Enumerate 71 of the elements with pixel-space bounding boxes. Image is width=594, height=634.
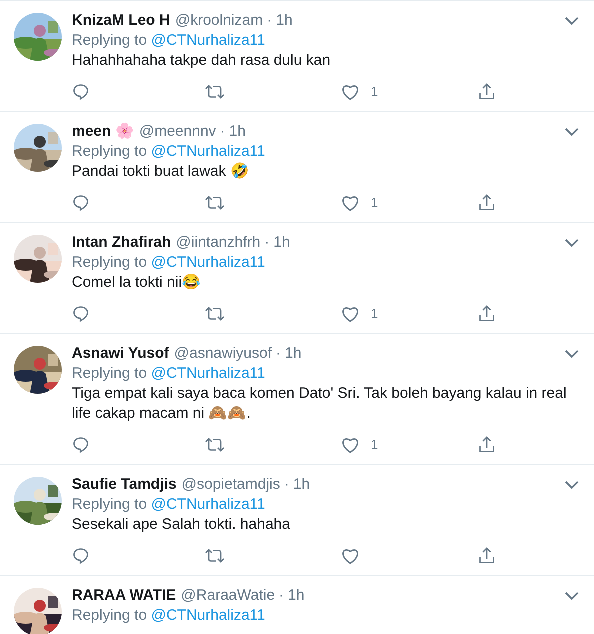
- reply-icon[interactable]: [72, 436, 90, 454]
- mention-link[interactable]: @CTNurhaliza11: [151, 365, 266, 382]
- mention-link[interactable]: @CTNurhaliza11: [151, 254, 266, 271]
- post-time[interactable]: 1h: [276, 12, 293, 29]
- separator-dot: ·: [220, 123, 226, 140]
- reply-icon[interactable]: [72, 305, 90, 323]
- post-time[interactable]: 1h: [293, 476, 310, 493]
- post-time[interactable]: 1h: [285, 345, 302, 362]
- like-icon[interactable]: [341, 305, 360, 323]
- user-handle: @iintanzhfrh: [176, 234, 261, 251]
- user-handle: @asnawiyusof: [174, 345, 272, 362]
- user-name[interactable]: Asnawi Yusof: [72, 344, 170, 364]
- like-icon[interactable]: [341, 436, 360, 454]
- share-icon[interactable]: [478, 436, 496, 454]
- mention-link[interactable]: @CTNurhaliza11: [151, 496, 266, 513]
- post-time[interactable]: 1h: [288, 587, 305, 604]
- user-name[interactable]: RARAA WATIE: [72, 586, 176, 606]
- retweet-icon[interactable]: [205, 194, 225, 212]
- reply-icon[interactable]: [72, 547, 90, 565]
- retweet-icon[interactable]: [205, 305, 225, 323]
- like-icon[interactable]: [341, 547, 360, 565]
- tweet-text: Hahahhahaha takpe dah rasa dulu kan: [72, 51, 332, 71]
- mention-link[interactable]: @CTNurhaliza11: [151, 32, 266, 49]
- retweet-icon[interactable]: [205, 83, 225, 101]
- replying-label: Replying to: [72, 496, 148, 513]
- replying-label: Replying to: [72, 254, 148, 271]
- caret-icon[interactable]: [565, 480, 579, 490]
- replying-label: Replying to: [72, 143, 148, 160]
- mention-link[interactable]: @CTNurhaliza11: [151, 143, 266, 160]
- post-time[interactable]: 1h: [274, 234, 290, 251]
- replying-label: Replying to: [72, 32, 148, 49]
- post-time[interactable]: 1h: [229, 123, 246, 140]
- share-icon[interactable]: [478, 194, 496, 212]
- share-icon[interactable]: [478, 305, 496, 323]
- replying-label: Replying to: [72, 365, 148, 382]
- caret-icon[interactable]: [565, 238, 579, 248]
- share-icon[interactable]: [478, 547, 496, 565]
- user-handle: @kroolnizam: [175, 12, 264, 29]
- user-name[interactable]: meen 🌸: [72, 122, 134, 142]
- tweet-text: Tiga empat kali saya baca komen Dato' Sri. Tak boleh bayang kalau in real life cakap macam ni 🙈🙈.: [72, 384, 568, 424]
- separator-dot: ·: [279, 587, 284, 604]
- caret-icon[interactable]: [565, 350, 579, 358]
- like-icon[interactable]: [341, 83, 360, 101]
- retweet-icon[interactable]: [205, 436, 225, 454]
- user-handle: @sopietamdjis: [182, 476, 280, 493]
- like-icon[interactable]: [341, 194, 360, 212]
- replying-label: Replying to: [72, 607, 148, 624]
- reply-icon[interactable]: [72, 194, 90, 212]
- tweet-text: Sesekali ape Salah tokti. hahaha: [72, 515, 292, 535]
- reply-icon[interactable]: [72, 83, 90, 101]
- caret-icon[interactable]: [565, 128, 579, 136]
- mention-link[interactable]: @CTNurhaliza11: [151, 607, 266, 624]
- caret-icon[interactable]: [565, 16, 579, 26]
- like-count: 1: [371, 305, 378, 323]
- separator-dot: ·: [267, 12, 272, 29]
- separator-dot: ·: [276, 345, 282, 362]
- user-name[interactable]: Saufie Tamdjis: [72, 475, 177, 495]
- caret-icon[interactable]: [565, 592, 579, 600]
- like-count: 1: [371, 194, 378, 212]
- separator-dot: ·: [264, 234, 270, 251]
- like-count: 1: [371, 83, 378, 101]
- user-handle: @meennnv: [139, 123, 216, 140]
- user-name[interactable]: Intan Zhafirah: [72, 233, 172, 253]
- user-handle: @RaraaWatie: [181, 587, 276, 604]
- share-icon[interactable]: [478, 83, 496, 101]
- tweet-text: Pandai tokti buat lawak 🤣: [72, 162, 250, 182]
- tweet-text: Comel la tokti nii😂: [72, 273, 202, 293]
- separator-dot: ·: [284, 476, 290, 493]
- like-count: 1: [371, 436, 378, 454]
- user-name[interactable]: KnizaM Leo H: [72, 11, 170, 31]
- retweet-icon[interactable]: [205, 547, 225, 565]
